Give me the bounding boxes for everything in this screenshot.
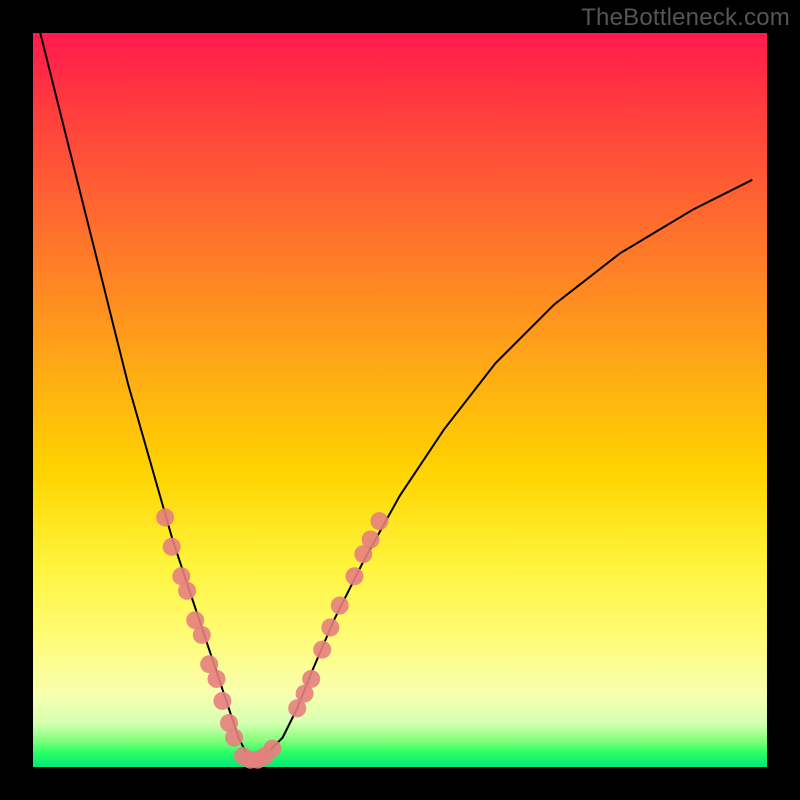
highlight-dot [163,538,181,556]
highlight-dot [213,692,231,710]
highlight-dot [208,670,226,688]
highlight-dot [313,641,331,659]
highlight-dot [362,531,380,549]
curve-layer [33,33,767,767]
bottleneck-curve-path [40,33,752,760]
highlight-dot [321,619,339,637]
highlight-dot [193,626,211,644]
highlight-dot [302,670,320,688]
plot-area [33,33,767,767]
highlight-dot [178,582,196,600]
highlight-dot [331,597,349,615]
bottleneck-curve [40,33,752,760]
attribution-text: TheBottleneck.com [581,4,790,32]
highlight-dot [346,567,364,585]
chart-frame: TheBottleneck.com [0,0,800,800]
highlight-dot [370,512,388,530]
highlight-dot [156,508,174,526]
highlight-dot [263,740,281,758]
highlight-dots [156,508,388,768]
highlight-dot [225,729,243,747]
